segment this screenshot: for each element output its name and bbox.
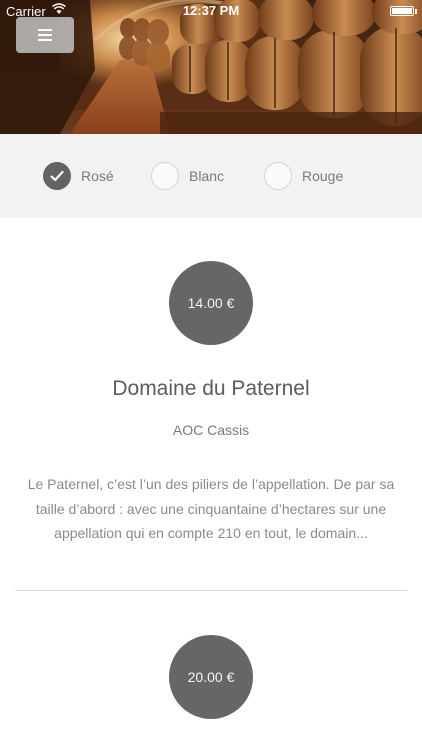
card-divider (15, 590, 407, 591)
filter-rouge[interactable]: Rouge (264, 162, 343, 190)
filter-blanc[interactable]: Blanc (151, 162, 224, 190)
filter-label: Rouge (302, 168, 344, 184)
wine-card[interactable]: 14.00 € Domaine du Paternel AOC Cassis L… (0, 218, 422, 592)
radio-circle-icon (151, 162, 179, 190)
wine-card[interactable]: 20.00 € (0, 592, 422, 750)
checkmark-icon (43, 162, 71, 190)
radio-circle-icon (264, 162, 292, 190)
hamburger-menu-icon (38, 29, 52, 41)
clock-time: 12:37 PM (182, 3, 240, 18)
battery-icon (390, 6, 417, 16)
menu-button[interactable] (16, 17, 74, 53)
wine-description: Le Paternel, c’est l’un des piliers de l… (27, 476, 395, 541)
wine-name: Domaine du Paternel (112, 377, 310, 400)
price-badge: 20.00 € (169, 635, 253, 719)
price-badge: 14.00 € (169, 261, 253, 345)
wine-type-filter: Rosé Blanc Rouge (0, 134, 422, 218)
filter-label: Blanc (189, 168, 225, 184)
filter-label: Rosé (81, 168, 114, 184)
wine-appellation: AOC Cassis (172, 422, 250, 438)
filter-rose[interactable]: Rosé (43, 162, 114, 190)
